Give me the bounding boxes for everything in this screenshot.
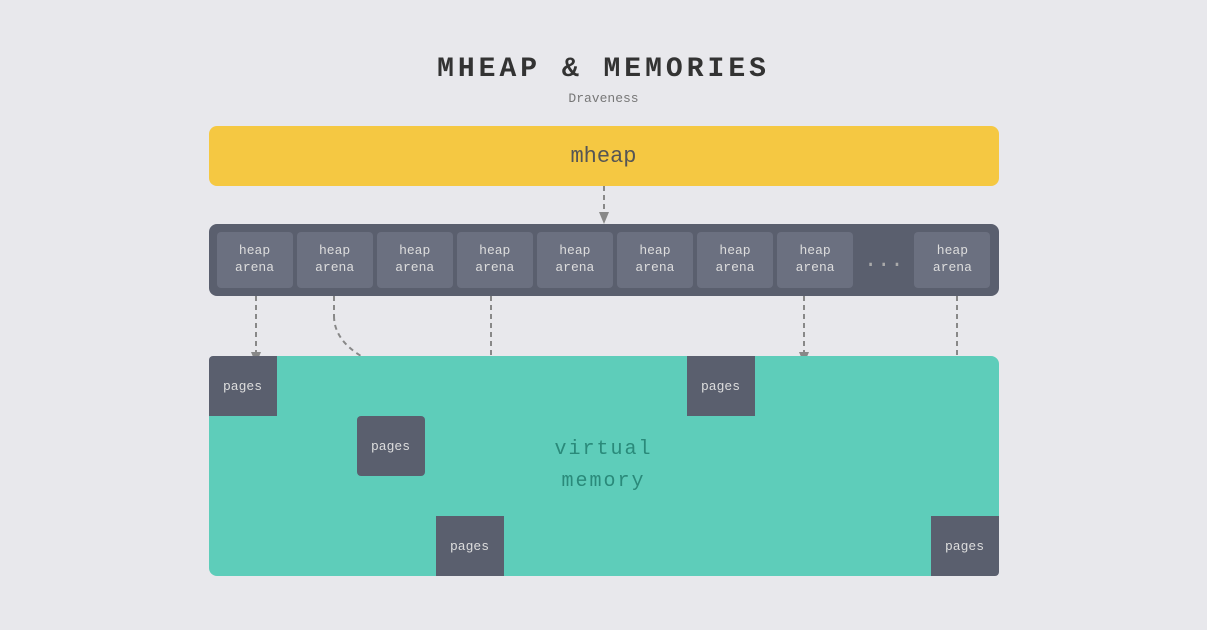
arena-cell-4: heaparena xyxy=(457,232,533,288)
arena-cell-5: heaparena xyxy=(537,232,613,288)
arena-cell-7: heaparena xyxy=(697,232,773,288)
heap-arenas-row: heaparena heaparena heaparena heaparena … xyxy=(209,224,999,296)
virtual-memory-label: virtual memory xyxy=(554,434,652,498)
page-title: MHEAP & MEMORIES xyxy=(437,54,770,85)
arena-cell-1: heaparena xyxy=(217,232,293,288)
arena-cell-6: heaparena xyxy=(617,232,693,288)
arena-cell-last: heaparena xyxy=(914,232,990,288)
arena-dots: ... xyxy=(857,232,910,288)
virtual-memory-area: virtual memory pages pages pages pages p… xyxy=(209,356,999,576)
mheap-to-arenas-arrow xyxy=(594,186,614,224)
pages-box-2: pages xyxy=(357,416,425,476)
pages-box-1: pages xyxy=(209,356,277,416)
arena-cell-3: heaparena xyxy=(377,232,453,288)
mheap-box: mheap xyxy=(209,126,999,186)
pages-box-5: pages xyxy=(931,516,999,576)
page-subtitle: Draveness xyxy=(568,91,638,106)
section-wrapper: virtual memory pages pages pages pages p… xyxy=(209,296,999,576)
pages-box-3: pages xyxy=(436,516,504,576)
arena-cell-2: heaparena xyxy=(297,232,373,288)
pages-box-4: pages xyxy=(687,356,755,416)
diagram-container: MHEAP & MEMORIES Draveness mheap heapare… xyxy=(194,54,1014,576)
bottom-area: virtual memory pages pages pages pages p… xyxy=(209,356,999,576)
arena-cell-8: heaparena xyxy=(777,232,853,288)
